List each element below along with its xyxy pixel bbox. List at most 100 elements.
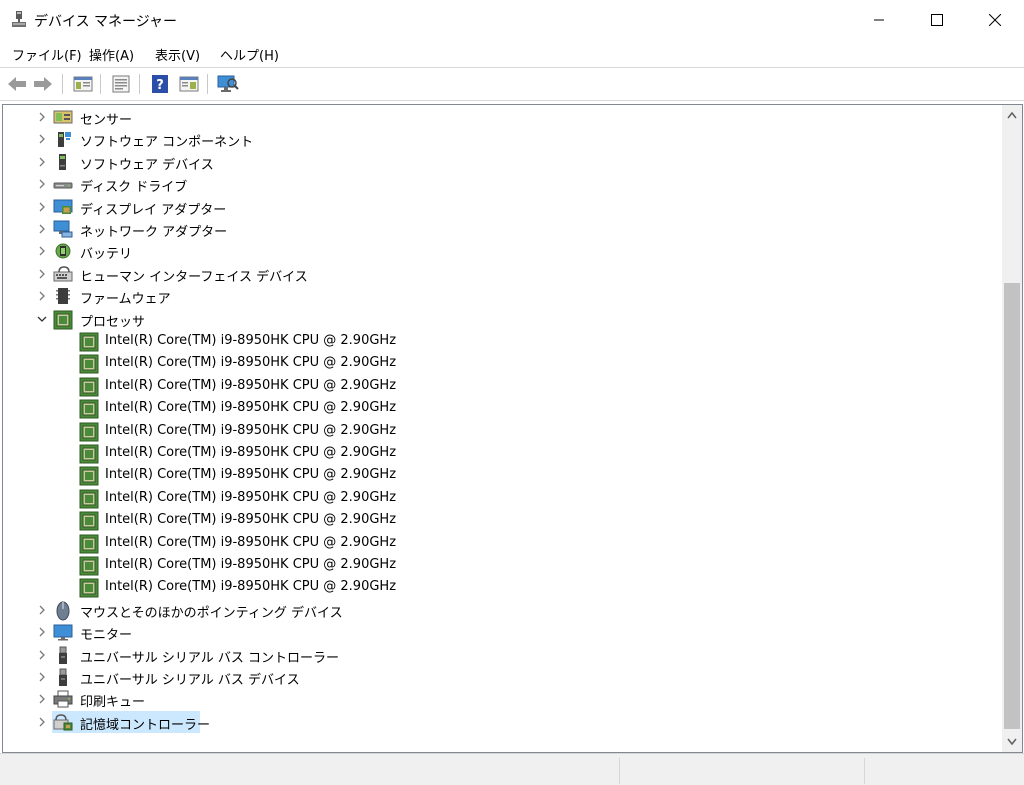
tree-device[interactable]: Intel(R) Core(TM) i9-8950HK CPU @ 2.90GH… — [3, 532, 993, 554]
tree-device[interactable]: Intel(R) Core(TM) i9-8950HK CPU @ 2.90GH… — [3, 420, 993, 442]
expand-toggle[interactable] — [36, 267, 48, 281]
tree-category[interactable]: 印刷キュー — [3, 688, 993, 710]
tree-device[interactable]: Intel(R) Core(TM) i9-8950HK CPU @ 2.90GH… — [3, 576, 993, 598]
toolbar: ? — [0, 67, 1024, 101]
tree-item-label: Intel(R) Core(TM) i9-8950HK CPU @ 2.90GH… — [105, 400, 397, 416]
vertical-scrollbar[interactable] — [1002, 105, 1022, 752]
storage-controller-icon — [53, 713, 73, 731]
minimize-icon — [874, 19, 884, 21]
tree-item-label: Intel(R) Core(TM) i9-8950HK CPU @ 2.90GH… — [105, 333, 397, 348]
tree-item-label: Intel(R) Core(TM) i9-8950HK CPU @ 2.90GH… — [105, 489, 397, 505]
properties-icon — [112, 75, 130, 93]
chevron-right-icon — [39, 650, 45, 660]
battery-icon — [53, 242, 73, 260]
maximize-button[interactable] — [908, 0, 966, 40]
processor-icon — [79, 399, 99, 419]
tree-category[interactable]: ディスプレイ アダプター — [3, 196, 993, 218]
expand-toggle[interactable] — [36, 132, 48, 146]
back-button[interactable] — [6, 73, 28, 95]
tree-device[interactable]: Intel(R) Core(TM) i9-8950HK CPU @ 2.90GH… — [3, 397, 993, 419]
tree-category[interactable]: ユニバーサル シリアル バス コントローラー — [3, 644, 993, 666]
tree-item-label: バッテリ — [80, 247, 133, 263]
expand-toggle[interactable] — [36, 648, 48, 662]
monitor-icon — [53, 623, 73, 641]
print-queue-icon — [53, 690, 73, 708]
tree-category[interactable]: ソフトウェア コンポーネント — [3, 128, 993, 150]
device-manager-icon — [10, 10, 28, 28]
processor-icon — [79, 444, 99, 464]
tree-device[interactable]: Intel(R) Core(TM) i9-8950HK CPU @ 2.90GH… — [3, 509, 993, 531]
tree-item-label: Intel(R) Core(TM) i9-8950HK CPU @ 2.90GH… — [105, 377, 397, 393]
action-pane-button[interactable] — [178, 73, 200, 95]
tree-device[interactable]: Intel(R) Core(TM) i9-8950HK CPU @ 2.90GH… — [3, 330, 993, 352]
chevron-right-icon — [39, 134, 45, 144]
menu-file[interactable]: ファイル(F) — [12, 45, 82, 64]
tree-device[interactable]: Intel(R) Core(TM) i9-8950HK CPU @ 2.90GH… — [3, 487, 993, 509]
expand-toggle[interactable] — [36, 603, 48, 617]
sensor-icon — [53, 108, 73, 126]
expand-toggle[interactable] — [36, 200, 48, 214]
expand-toggle[interactable] — [36, 625, 48, 639]
scroll-down-button[interactable] — [1002, 732, 1022, 752]
status-bar — [0, 753, 1024, 785]
tree-category[interactable]: ユニバーサル シリアル バス デバイス — [3, 666, 993, 688]
scroll-up-button[interactable] — [1002, 105, 1022, 125]
scan-hardware-button[interactable] — [217, 73, 239, 95]
chevron-right-icon — [39, 246, 45, 256]
tree-category[interactable]: マウスとそのほかのポインティング デバイス — [3, 599, 993, 621]
chevron-right-icon — [39, 717, 45, 727]
status-separator — [619, 758, 620, 784]
help-icon: ? — [152, 75, 168, 93]
toolbar-separator — [100, 74, 101, 94]
chevron-right-icon — [39, 157, 45, 167]
tree-category[interactable]: モニター — [3, 621, 993, 643]
close-button[interactable] — [966, 0, 1024, 40]
expand-toggle[interactable] — [36, 312, 48, 326]
tree-device[interactable]: Intel(R) Core(TM) i9-8950HK CPU @ 2.90GH… — [3, 464, 993, 486]
tree-category[interactable]: センサー — [3, 106, 993, 128]
tree-item-label: ユニバーサル シリアル バス コントローラー — [80, 650, 340, 666]
expand-toggle[interactable] — [36, 177, 48, 191]
toolbar-separator — [139, 74, 140, 94]
expand-toggle[interactable] — [36, 244, 48, 258]
menu-view[interactable]: 表示(V) — [155, 45, 200, 64]
usb-controller-icon — [53, 646, 73, 664]
tree-device[interactable]: Intel(R) Core(TM) i9-8950HK CPU @ 2.90GH… — [3, 375, 993, 397]
device-tree: センサーソフトウェア コンポーネント ソフトウェア デバイス ディスク ドライブ ディ… — [3, 105, 998, 752]
maximize-icon — [931, 14, 943, 26]
network-adapter-icon — [53, 220, 73, 238]
tree-device[interactable]: Intel(R) Core(TM) i9-8950HK CPU @ 2.90GH… — [3, 352, 993, 374]
tree-category[interactable]: ヒューマン インターフェイス デバイス — [3, 263, 993, 285]
minimize-button[interactable] — [850, 0, 908, 40]
expand-toggle[interactable] — [36, 692, 48, 706]
expand-toggle[interactable] — [36, 155, 48, 169]
tree-category[interactable]: バッテリ — [3, 240, 993, 262]
tree-item-label: モニター — [80, 628, 133, 644]
tree-item-label: ファームウェア — [80, 292, 171, 308]
title-bar: デバイス マネージャー — [0, 0, 1024, 40]
tree-category[interactable]: ディスク ドライブ — [3, 173, 993, 195]
action-pane-icon — [179, 76, 199, 92]
tree-item-label: ソフトウェア コンポーネント — [80, 135, 254, 151]
tree-category[interactable]: ネットワーク アダプター — [3, 218, 993, 240]
chevron-down-icon — [1007, 738, 1017, 746]
show-hide-console-tree-button[interactable] — [72, 73, 94, 95]
scroll-thumb[interactable] — [1004, 283, 1020, 729]
tree-device[interactable]: Intel(R) Core(TM) i9-8950HK CPU @ 2.90GH… — [3, 442, 993, 464]
expand-toggle[interactable] — [36, 222, 48, 236]
tree-category[interactable]: プロセッサ — [3, 308, 993, 330]
menu-action[interactable]: 操作(A) — [89, 45, 134, 64]
expand-toggle[interactable] — [36, 670, 48, 684]
tree-category[interactable]: 記憶域コントローラー — [3, 710, 993, 733]
expand-toggle[interactable] — [36, 715, 48, 729]
help-button[interactable]: ? — [149, 73, 171, 95]
tree-category[interactable]: ファームウェア — [3, 285, 993, 307]
tree-item-label: 記憶域コントローラー — [80, 717, 211, 733]
tree-device[interactable]: Intel(R) Core(TM) i9-8950HK CPU @ 2.90GH… — [3, 554, 993, 576]
expand-toggle[interactable] — [36, 289, 48, 303]
forward-button[interactable] — [32, 73, 54, 95]
menu-help[interactable]: ヘルプ(H) — [220, 45, 279, 64]
expand-toggle[interactable] — [36, 110, 48, 124]
tree-category[interactable]: ソフトウェア デバイス — [3, 151, 993, 173]
properties-button[interactable] — [110, 73, 132, 95]
